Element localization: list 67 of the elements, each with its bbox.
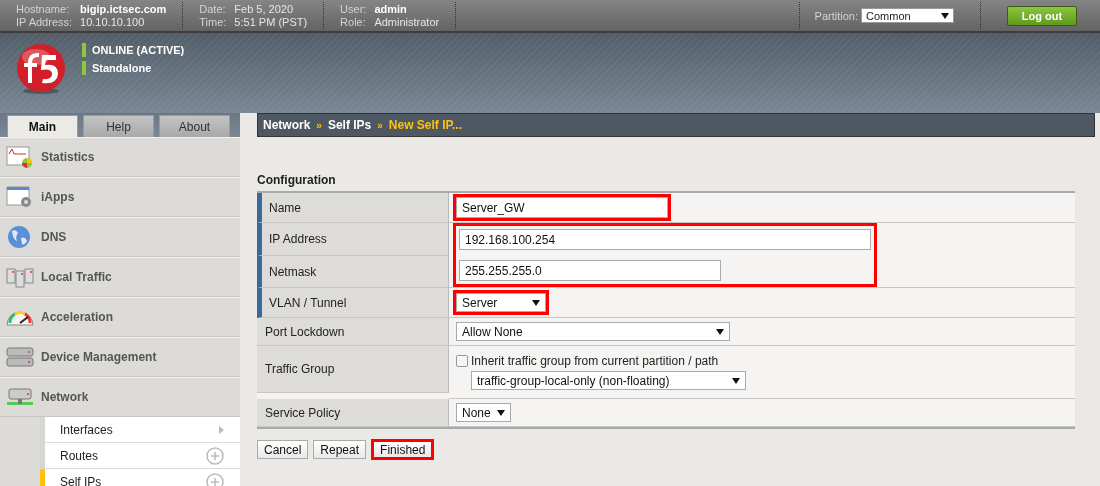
nav-item[interactable]: Acceleration: [0, 297, 240, 337]
info-value: Feb 5, 2020: [234, 3, 295, 15]
caret-icon: [716, 328, 724, 335]
info-label: IP Address:: [16, 16, 73, 28]
tab[interactable]: Help: [83, 115, 154, 137]
field-label: Name: [257, 193, 449, 223]
breadcrumb-item[interactable]: Network: [263, 118, 311, 132]
text-field[interactable]: 192.168.100.254: [459, 229, 871, 250]
nav-item[interactable]: Local Traffic: [0, 257, 240, 297]
server-stack-icon: [6, 345, 34, 369]
subnav-item[interactable]: Routes: [40, 443, 240, 469]
info-value: Administrator: [374, 16, 440, 28]
info-label: Time:: [199, 16, 227, 28]
nav-item[interactable]: Statistics: [0, 137, 240, 177]
nav-item[interactable]: DNS: [0, 217, 240, 257]
nav-item[interactable]: Network: [0, 377, 240, 417]
tab[interactable]: Main: [7, 115, 78, 137]
field-label: Port Lockdown: [257, 318, 449, 346]
window-gear-icon: [6, 185, 34, 209]
field-label: Traffic Group: [257, 346, 449, 393]
plus-icon[interactable]: [206, 446, 224, 465]
info-label: Hostname:: [16, 3, 71, 15]
chart-icon: [6, 145, 34, 169]
dropdown[interactable]: Server: [456, 293, 546, 312]
plus-icon[interactable]: [206, 472, 224, 486]
caret-icon: [497, 409, 505, 416]
servers-icon: [6, 265, 34, 289]
tab[interactable]: About: [159, 115, 230, 137]
dropdown[interactable]: None: [456, 403, 511, 422]
nav-item[interactable]: iApps: [0, 177, 240, 217]
arrow-icon: [219, 425, 224, 434]
info-value: 5:51 PM (PST): [234, 16, 308, 28]
text-field[interactable]: Server_GW: [456, 197, 668, 218]
status-text: ONLINE (ACTIVE): [92, 44, 185, 56]
partition-dropdown[interactable]: Common: [861, 8, 954, 23]
caret-icon: [532, 299, 540, 306]
checkbox[interactable]: [456, 355, 468, 367]
caret-icon: [732, 377, 740, 384]
info-value: bigip.ictsec.com: [80, 3, 167, 15]
breadcrumb-separator: »: [316, 119, 322, 131]
status-text: Standalone: [92, 62, 152, 74]
form-button[interactable]: Cancel: [257, 440, 309, 459]
caret-icon: [941, 12, 949, 19]
breadcrumb-item[interactable]: Self IPs: [327, 118, 372, 132]
form-button[interactable]: Finished: [371, 439, 435, 460]
partition-label: Partition:: [814, 9, 858, 22]
checkbox-label: Inherit traffic group from current partition / path: [471, 354, 719, 368]
text-field[interactable]: 255.255.255.0: [459, 260, 721, 281]
info-label: Role:: [340, 16, 367, 28]
logo: [14, 43, 68, 95]
field-label: IP Address: [257, 223, 449, 256]
subnav-item[interactable]: Interfaces: [40, 417, 240, 443]
breadcrumb-item: New Self IP...: [388, 118, 462, 132]
info-label: User:: [340, 3, 367, 15]
info-value: admin: [374, 3, 408, 15]
field-label: VLAN / Tunnel: [257, 288, 449, 318]
nav-item[interactable]: Device Management: [0, 337, 240, 377]
field-label: Service Policy: [257, 399, 449, 427]
breadcrumb-separator: »: [377, 119, 383, 131]
subnav-item[interactable]: Self IPs: [40, 469, 240, 486]
info-label: Date:: [199, 3, 227, 15]
dropdown[interactable]: Allow None: [456, 322, 730, 341]
dropdown[interactable]: traffic-group-local-only (non-floating): [471, 371, 746, 390]
form-button[interactable]: Repeat: [313, 440, 367, 459]
section-title: Configuration: [257, 173, 337, 187]
info-value: 10.10.10.100: [80, 16, 146, 28]
field-label: Netmask: [257, 256, 449, 288]
